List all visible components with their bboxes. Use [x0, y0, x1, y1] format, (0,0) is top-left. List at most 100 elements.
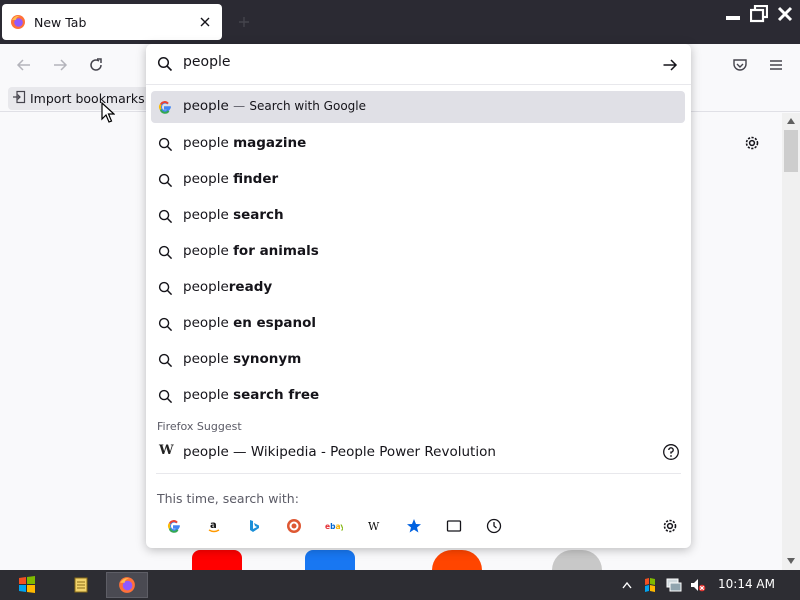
wikipedia-suggestion-text: people — Wikipedia - People Power Revolu… [183, 444, 496, 460]
import-icon [12, 90, 26, 107]
url-input[interactable] [183, 54, 643, 70]
search-with-google-row[interactable]: people — Search with Google [151, 91, 685, 123]
search-suggestion-row[interactable]: people synonym [151, 344, 685, 376]
scrollbar-thumb[interactable] [784, 130, 798, 172]
search-suggestion-row[interactable]: people magazine [151, 128, 685, 160]
search-icon [157, 56, 173, 72]
taskbar-clock[interactable]: 10:14 AM [718, 577, 775, 591]
wikipedia-icon: W [159, 443, 174, 458]
firefox-suggest-label: Firefox Suggest [157, 420, 242, 433]
gear-icon[interactable] [742, 133, 762, 153]
search-suggestion-row[interactable]: people search free [151, 380, 685, 412]
urlbar-dropdown: people — Search with Google people magaz… [146, 44, 691, 548]
search-suggestion-row[interactable]: peopleready [151, 272, 685, 304]
action-center-flag-icon[interactable] [642, 577, 658, 593]
suggestion-completion: en espanol [233, 315, 317, 331]
search-icon [157, 136, 173, 152]
window-close-icon[interactable] [774, 4, 796, 24]
suggestion-text: people search [183, 207, 284, 223]
suggestion-text: peopleready [183, 279, 272, 295]
hamburger-menu-icon[interactable] [765, 54, 787, 76]
reload-icon[interactable] [85, 54, 107, 76]
volume-muted-icon[interactable] [690, 577, 706, 593]
youtube-tile-icon[interactable] [192, 550, 242, 570]
tabs-icon[interactable] [434, 515, 474, 537]
suggestion-text: people for animals [183, 243, 319, 259]
search-icon [157, 388, 173, 404]
history-icon[interactable] [474, 515, 514, 537]
suggestion-action: Search with Google [249, 99, 366, 113]
tray-expand-icon[interactable] [619, 577, 635, 593]
suggestion-prefix: people [183, 315, 234, 331]
suggestion-completion: synonym [233, 351, 302, 367]
search-icon [157, 208, 173, 224]
suggestion-completion: for animals [233, 243, 319, 259]
suggestion-text: people search free [183, 387, 319, 403]
google-icon[interactable] [154, 515, 194, 537]
suggestion-completion: finder [233, 171, 279, 187]
suggestion-prefix: people [183, 351, 234, 367]
suggestion-prefix: people [183, 279, 229, 295]
tab-new-tab[interactable]: New Tab [2, 4, 222, 40]
search-icon [157, 280, 173, 296]
minimize-icon[interactable] [722, 4, 744, 24]
facebook-tile-icon[interactable] [305, 550, 355, 570]
suggestion-query: people [183, 98, 229, 114]
mouse-cursor-icon [101, 101, 116, 124]
svg-text:ebay: ebay [325, 522, 343, 531]
help-icon[interactable] [662, 443, 680, 461]
wikipedia-suggestion-row[interactable]: W people — Wikipedia - People Power Revo… [151, 437, 685, 467]
search-suggestion-row[interactable]: people for animals [151, 236, 685, 268]
scroll-down-arrow-icon[interactable] [784, 554, 798, 568]
taskbar: 10:14 AM [0, 570, 800, 600]
forward-arrow-icon[interactable] [49, 54, 71, 76]
network-icon[interactable] [666, 577, 682, 593]
suggestion-text: people finder [183, 171, 278, 187]
wikipedia-icon[interactable]: W [354, 515, 394, 537]
duckduckgo-icon[interactable] [274, 515, 314, 537]
back-arrow-icon[interactable] [13, 54, 35, 76]
suggestion-text: people en espanol [183, 315, 316, 331]
notepad-taskbar-icon[interactable] [60, 572, 102, 598]
suggestion-completion: search [233, 207, 284, 223]
close-icon[interactable] [196, 13, 214, 31]
search-suggestion-row[interactable]: people en espanol [151, 308, 685, 340]
tab-title: New Tab [34, 14, 87, 30]
restore-icon[interactable] [748, 4, 770, 24]
svg-text:W: W [368, 520, 380, 533]
divider [156, 473, 681, 474]
firefox-taskbar-icon[interactable] [106, 572, 148, 598]
scrollbar[interactable] [782, 113, 800, 570]
suggestion-completion: magazine [233, 135, 307, 151]
go-arrow-icon[interactable] [661, 56, 679, 74]
search-icon [157, 172, 173, 188]
urlbar [146, 44, 691, 85]
svg-text:a: a [210, 520, 217, 531]
ebay-icon[interactable]: ebay [314, 515, 354, 537]
search-suggestion-row[interactable]: people finder [151, 164, 685, 196]
suggestion-prefix: people [183, 207, 234, 223]
suggestion-prefix: people [183, 387, 234, 403]
suggestion-prefix: people [183, 171, 234, 187]
bookmarks-star-icon[interactable] [394, 515, 434, 537]
suggestion-separator: — [233, 99, 246, 113]
search-settings-gear-icon[interactable] [661, 517, 679, 535]
amazon-icon[interactable]: a [194, 515, 234, 537]
suggestion-completion: search free [233, 387, 320, 403]
suggestion-prefix: people [183, 135, 234, 151]
bing-icon[interactable] [234, 515, 274, 537]
start-button[interactable] [10, 573, 44, 597]
scroll-up-arrow-icon[interactable] [784, 114, 798, 128]
suggestion-text: people magazine [183, 135, 306, 151]
search-icon [157, 352, 173, 368]
one-off-search-engines: a ebay W [154, 515, 514, 537]
firefox-icon [10, 14, 26, 30]
suggestion-text: people synonym [183, 351, 301, 367]
search-suggestion-row[interactable]: people search [151, 200, 685, 232]
import-bookmarks-button[interactable]: Import bookmarks... [8, 87, 162, 110]
pocket-icon[interactable] [729, 54, 751, 76]
google-icon [157, 99, 173, 115]
new-tab-button[interactable] [234, 12, 254, 32]
tab-strip: New Tab [0, 0, 800, 44]
suggestion-prefix: people [183, 243, 234, 259]
